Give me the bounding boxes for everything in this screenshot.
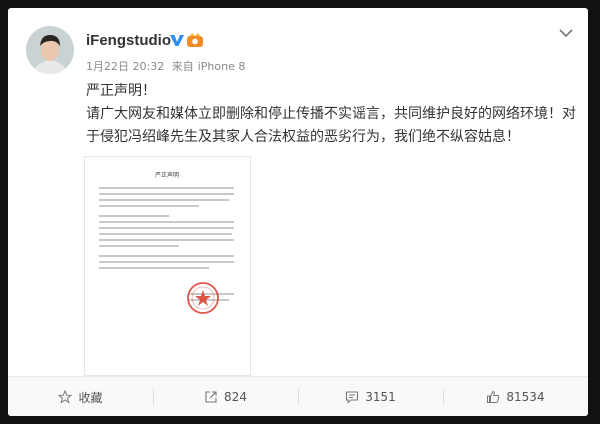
post-timestamp[interactable]: 1月22日 20:32 (86, 60, 164, 73)
chevron-down-icon[interactable] (558, 28, 574, 38)
favorite-button[interactable]: 收藏 (8, 377, 153, 416)
action-bar: 收藏 824 3151 81534 (8, 376, 588, 416)
post-text: 严正声明！ 请广大网友和媒体立即删除和停止传播不实谣言，共同维护良好的网络环境！… (86, 80, 576, 149)
member-crown-icon[interactable] (186, 33, 204, 48)
weibo-post-card: iFengstudio 1月22日 20:32 来自 iPhone 8 严正声明！… (8, 8, 588, 416)
thumbs-up-icon (487, 390, 500, 403)
post-source-prefix: 来自 (171, 60, 194, 73)
like-count: 81534 (506, 390, 545, 404)
comment-button[interactable]: 3151 (298, 377, 443, 416)
favorite-label: 收藏 (78, 390, 103, 405)
comment-count: 3151 (365, 390, 396, 404)
verified-v-icon (170, 35, 184, 46)
repost-count: 824 (224, 390, 247, 404)
post-image-statement[interactable]: 严正声明 (84, 156, 251, 376)
post-meta: 1月22日 20:32 来自 iPhone 8 (86, 58, 249, 74)
post-text-line: 请广大网友和媒体立即删除和停止传播不实谣言，共同维护良好的网络环境！对 (86, 106, 576, 122)
star-icon (58, 390, 73, 404)
comment-icon (346, 391, 359, 404)
username[interactable]: iFengstudio (86, 32, 171, 49)
post-source[interactable]: iPhone 8 (198, 60, 246, 73)
share-icon (205, 391, 217, 403)
post-text-line: 于侵犯冯绍峰先生及其家人合法权益的恶劣行为，我们绝不纵容姑息！ (86, 129, 520, 145)
doc-title: 严正声明 (155, 171, 179, 179)
like-button[interactable]: 81534 (443, 377, 588, 416)
repost-button[interactable]: 824 (153, 377, 298, 416)
post-text-line: 严正声明！ (86, 83, 156, 99)
avatar[interactable] (26, 26, 74, 74)
